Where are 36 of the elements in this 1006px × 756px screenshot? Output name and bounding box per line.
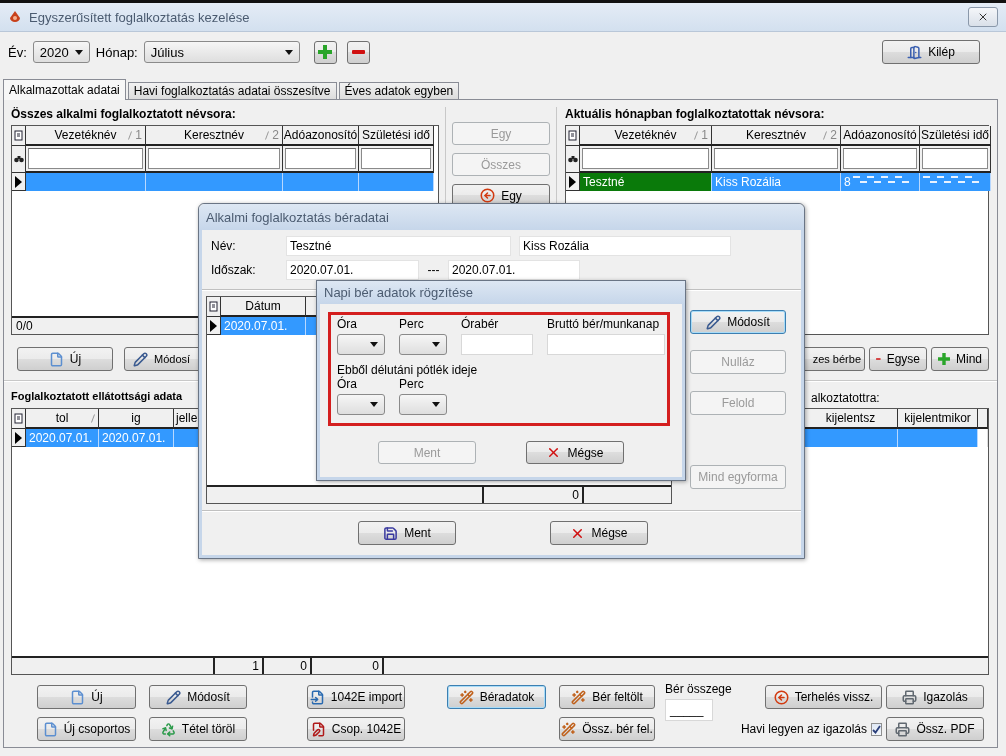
sort-order: 1 bbox=[135, 128, 142, 142]
total-cell: 0 bbox=[312, 658, 384, 674]
sort-order: 1 bbox=[701, 128, 708, 142]
field-label: Óra bbox=[337, 317, 358, 331]
field-label: Perc bbox=[399, 377, 425, 391]
record-counter: 0/0 bbox=[15, 318, 34, 334]
total-cell: 0 bbox=[484, 487, 584, 503]
table-cell: 2020.07.01. bbox=[26, 429, 99, 447]
window-title: Egyszerűsített foglalkoztatás kezelése bbox=[29, 9, 251, 25]
total-cell: 0 bbox=[264, 658, 312, 674]
year-label: Év: bbox=[8, 44, 27, 60]
section-title: Foglalkoztatott ellátottsági adata bbox=[11, 390, 183, 404]
table-cell: 8 bbox=[841, 173, 920, 191]
dialog-title: Napi bér adatok rögzítése bbox=[317, 281, 685, 304]
field-label: Órabér bbox=[461, 317, 500, 331]
field-label: Időszak: bbox=[210, 263, 257, 277]
sort-order: 2 bbox=[830, 128, 837, 142]
table-cell: 2020.07.01. bbox=[221, 317, 306, 335]
field-label: Óra bbox=[337, 377, 358, 391]
section-title: Aktuális hónapban foglalkoztatottak névsora: bbox=[565, 107, 826, 122]
dialog-title: Alkalmi foglalkoztatás béradatai bbox=[199, 204, 804, 230]
field-label: Név: bbox=[210, 239, 237, 253]
field-label: Perc bbox=[399, 317, 425, 331]
wage-total-label: Bér összege bbox=[665, 682, 732, 696]
section-title: alkoztatottra: bbox=[811, 391, 881, 405]
field-label: Bruttó bér/munkanap bbox=[547, 317, 661, 331]
checkbox-label: Havi legyen az igazolás bbox=[740, 722, 867, 736]
period-separator: --- bbox=[426, 263, 441, 277]
table-cell: Tesztné bbox=[580, 173, 712, 191]
subsection-label: Ebből délutáni pótlék ideje bbox=[337, 363, 479, 377]
month-label: Hónap: bbox=[95, 44, 138, 60]
sort-order: 2 bbox=[272, 128, 279, 142]
table-cell: 2020.07.01. bbox=[99, 429, 174, 447]
table-cell: Kiss Rozália bbox=[712, 173, 841, 191]
section-title: Összes alkalmi foglalkoztatott névsora: bbox=[11, 107, 237, 122]
total-cell: 1 bbox=[215, 658, 264, 674]
